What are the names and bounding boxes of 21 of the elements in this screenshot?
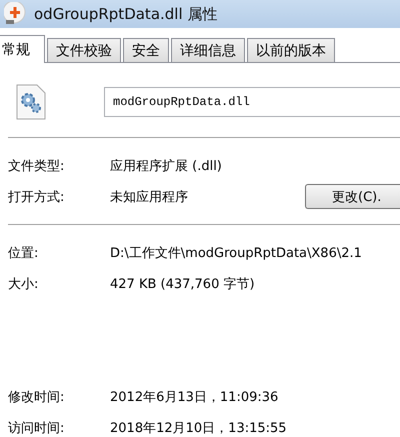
field-label: 打开方式: [8, 188, 66, 206]
field-value: 未知应用程序 [110, 188, 188, 206]
tab[interactable]: 安全 [123, 38, 169, 62]
file-name-field[interactable]: modGroupRptData.dll [104, 87, 400, 117]
tab[interactable]: 以前的版本 [247, 38, 335, 62]
field-value: 2012年6月13日，11:09:36 [110, 388, 278, 406]
tab[interactable]: 常规 [0, 35, 45, 63]
field-value: 应用程序扩展 (.dll) [110, 158, 222, 174]
settings-file-icon [16, 84, 46, 120]
tab[interactable]: 详细信息 [171, 38, 245, 62]
field-value: 2018年12月10日，13:15:55 [110, 420, 287, 436]
change-button[interactable]: 更改(C). [305, 184, 400, 209]
field-label: 位置: [8, 244, 40, 262]
field-value: 427 KB (437,760 字节) [110, 276, 255, 292]
window-title: odGroupRptData.dll 属性 [34, 4, 218, 24]
field-value: D:\工作文件\modGroupRptData\X86\2.1 [110, 244, 362, 262]
field-label: 大小: [8, 276, 40, 292]
tab[interactable]: 文件校验 [47, 38, 121, 62]
field-label: 访问时间: [8, 420, 66, 436]
field-label: 文件类型: [8, 158, 66, 174]
field-label: 修改时间: [8, 388, 66, 406]
